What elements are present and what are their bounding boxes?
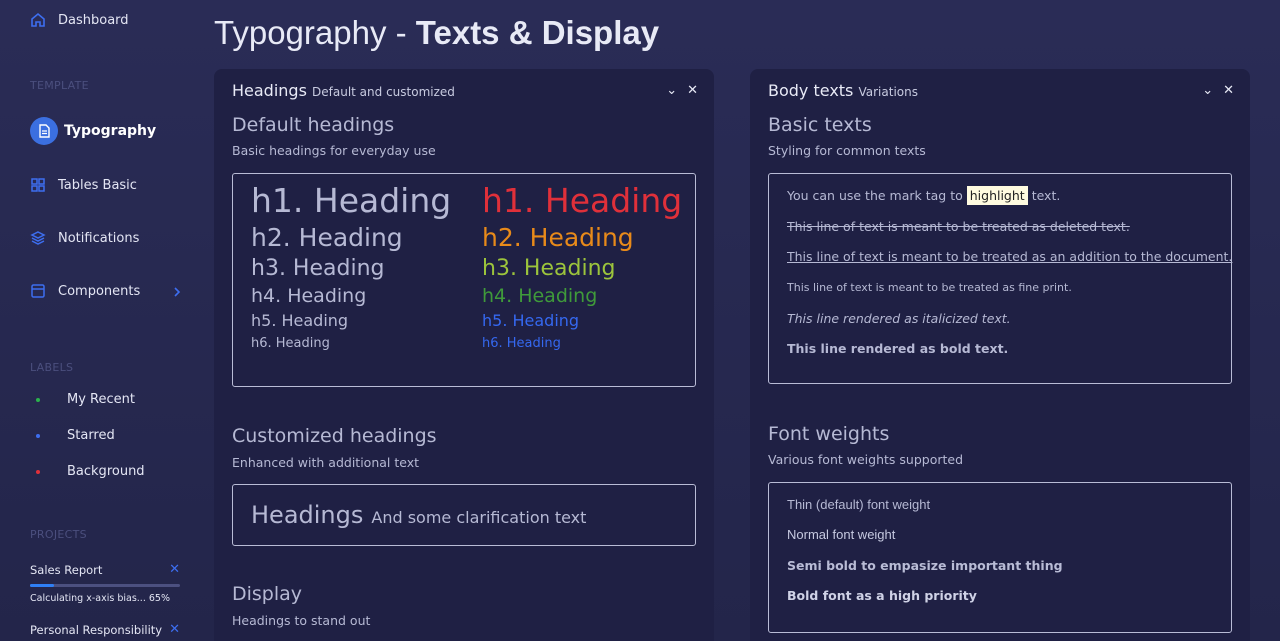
heading-h6: h6. Heading	[251, 336, 330, 351]
weight-normal-text: Normal font weight	[787, 527, 896, 542]
heading-h2: h2. Heading	[251, 223, 403, 252]
headings-card: Headings Default and customized ⌄ ✕ Defa…	[214, 69, 714, 641]
mark-line-post: text.	[1031, 188, 1061, 203]
highlight-mark: highlight	[966, 186, 1028, 205]
italic-text: This line rendered as italicized text.	[787, 311, 1011, 326]
heading-h5-colored: h5. Heading	[482, 311, 580, 330]
sidebar-item-notifications[interactable]: Notifications	[30, 230, 139, 246]
card-subtitle: Variations	[858, 85, 918, 99]
heading-h1: h1. Heading	[251, 181, 452, 220]
sidebar-item-tables[interactable]: Tables Basic	[30, 177, 137, 193]
heading-h4-colored: h4. Heading	[482, 285, 598, 307]
grid-icon	[30, 177, 58, 193]
heading-h1-colored: h1. Heading	[482, 181, 683, 220]
sidebar: Dashboard TEMPLATE Typography Tables Bas…	[0, 0, 200, 641]
card-title-text: Body texts	[768, 81, 854, 100]
sidebar-item-label: Tables Basic	[58, 177, 137, 193]
close-icon[interactable]: ✕	[687, 83, 698, 98]
project-name: Personal Responsibility	[30, 622, 163, 637]
status-dot	[36, 469, 40, 474]
window-icon	[30, 283, 58, 299]
close-icon[interactable]: ✕	[169, 562, 180, 577]
basic-texts-box: You can use the mark tag to highlight te…	[768, 173, 1232, 384]
close-icon[interactable]: ✕	[169, 622, 180, 637]
project-item[interactable]: Sales Report ✕ Calculating x-axis bias..…	[30, 562, 180, 604]
fine-print-text: This line of text is meant to be treated…	[787, 281, 1072, 294]
weight-bold-text: Bold font as a high priority	[787, 588, 977, 603]
heading-h3: h3. Heading	[251, 256, 385, 281]
weight-thin-text: Thin (default) font weight	[787, 497, 931, 512]
label-item-background[interactable]: Background	[36, 464, 145, 479]
sidebar-item-label: Notifications	[58, 230, 140, 246]
project-status: Calculating x-axis bias... 65%	[30, 593, 170, 604]
section-title: Display	[232, 583, 303, 605]
section-subtitle: Styling for common texts	[768, 143, 926, 158]
headings-column-default: h1. Heading h2. Heading h3. Heading h4. …	[251, 184, 451, 350]
section-subtitle: Headings to stand out	[232, 613, 371, 628]
weight-semibold-text: Semi bold to empasize important thing	[787, 558, 1063, 573]
label-text: Background	[67, 464, 145, 479]
sidebar-item-label: Components	[58, 283, 141, 299]
section-subtitle: Various font weights supported	[768, 452, 964, 467]
default-headings-box: h1. Heading h2. Heading h3. Heading h4. …	[232, 173, 696, 387]
heading-h5: h5. Heading	[251, 311, 349, 330]
section-title: Default headings	[232, 114, 395, 136]
heading-h6-colored: h6. Heading	[482, 336, 561, 351]
card-title-text: Headings	[232, 81, 307, 100]
page-title-bold: Texts & Display	[415, 14, 660, 51]
status-dot	[36, 397, 40, 402]
progress-bar	[30, 584, 180, 587]
label-item-my-recent[interactable]: My Recent	[36, 392, 135, 407]
headings-column-colored: h1. Heading h2. Heading h3. Heading h4. …	[482, 184, 682, 350]
section-title-template: TEMPLATE	[30, 79, 89, 92]
heading-h3-colored: h3. Heading	[482, 256, 616, 281]
page-title: Typography - Texts & Display	[214, 14, 659, 52]
card-title: Body texts Variations	[768, 81, 918, 100]
chevron-down-icon[interactable]: ⌄	[1202, 83, 1213, 98]
sidebar-item-label: Dashboard	[58, 12, 129, 28]
section-subtitle: Enhanced with additional text	[232, 455, 420, 470]
sidebar-item-typography[interactable]: Typography	[30, 117, 156, 145]
section-subtitle: Basic headings for everyday use	[232, 143, 436, 158]
section-title: Font weights	[768, 423, 890, 445]
deleted-text: This line of text is meant to be treated…	[787, 219, 1130, 234]
sidebar-item-components[interactable]: Components	[30, 283, 140, 299]
sidebar-item-label: Typography	[64, 123, 157, 139]
project-name: Sales Report	[30, 562, 103, 577]
layers-icon	[30, 230, 58, 246]
section-title-labels: LABELS	[30, 361, 74, 374]
section-title: Basic texts	[768, 114, 872, 136]
sidebar-item-dashboard[interactable]: Dashboard	[30, 12, 129, 28]
heading-h2-colored: h2. Heading	[482, 223, 634, 252]
close-icon[interactable]: ✕	[1223, 83, 1234, 98]
progress-fill	[30, 584, 54, 587]
card-controls: ⌄ ✕	[666, 83, 698, 98]
label-text: Starred	[67, 428, 115, 443]
section-title: Customized headings	[232, 425, 437, 447]
custom-heading-clarification: And some clarification text	[371, 507, 587, 527]
card-subtitle: Default and customized	[312, 85, 455, 99]
document-icon	[30, 117, 58, 145]
label-text: My Recent	[67, 392, 135, 407]
custom-heading: Headings	[251, 501, 364, 529]
project-item[interactable]: Personal Responsibility ✕	[30, 622, 180, 637]
page-title-light: Typography -	[214, 14, 416, 51]
home-icon	[30, 12, 58, 28]
chevron-right-icon[interactable]	[172, 284, 182, 303]
font-weights-box: Thin (default) font weight Normal font w…	[768, 482, 1232, 633]
section-title-projects: PROJECTS	[30, 528, 87, 541]
mark-line-pre: You can use the mark tag to	[787, 188, 963, 203]
bold-text: This line rendered as bold text.	[787, 341, 1009, 356]
card-title: Headings Default and customized	[232, 81, 455, 100]
status-dot	[36, 433, 40, 438]
mark-line: You can use the mark tag to highlight te…	[787, 186, 1061, 205]
heading-h4: h4. Heading	[251, 285, 367, 307]
custom-heading-box: Headings And some clarification text	[232, 484, 696, 546]
label-item-starred[interactable]: Starred	[36, 428, 115, 443]
inserted-text: This line of text is meant to be treated…	[787, 249, 1233, 264]
body-texts-card: Body texts Variations ⌄ ✕ Basic texts St…	[750, 69, 1250, 641]
card-controls: ⌄ ✕	[1202, 83, 1234, 98]
chevron-down-icon[interactable]: ⌄	[666, 83, 677, 98]
